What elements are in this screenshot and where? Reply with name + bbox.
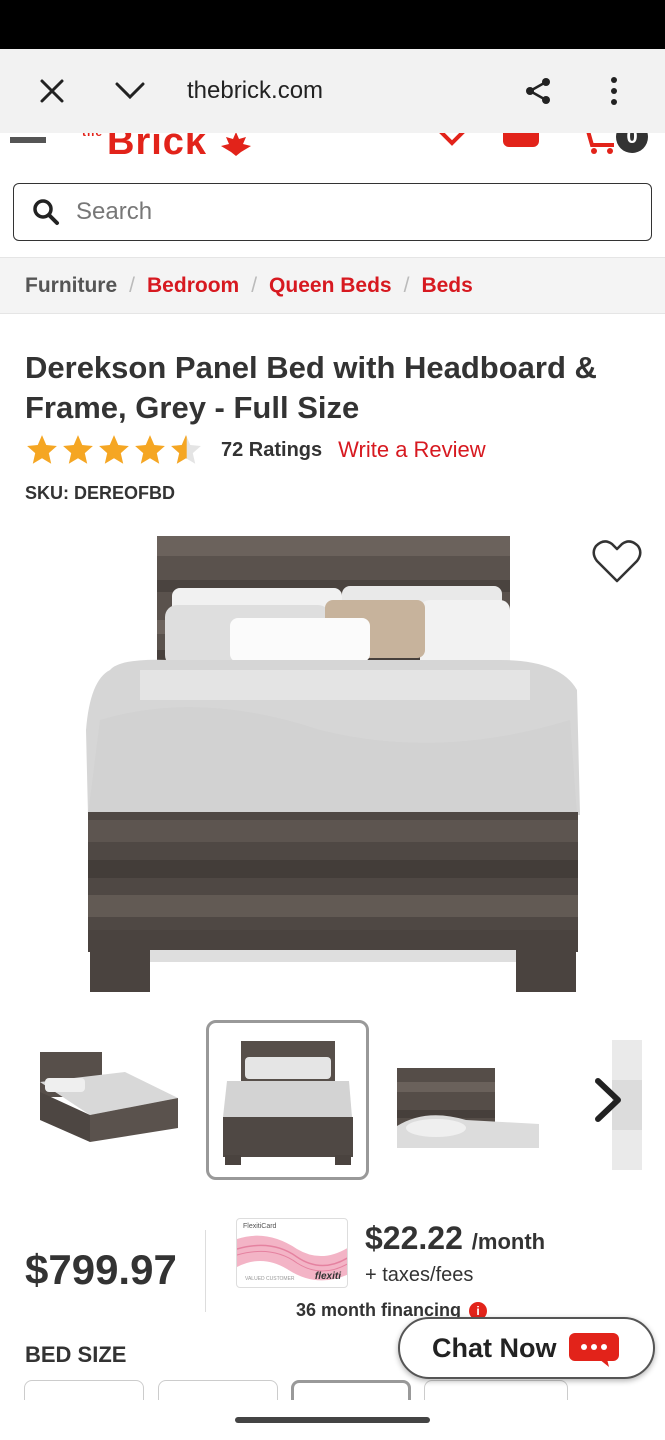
product-price: $799.97: [25, 1246, 177, 1293]
size-option-3[interactable]: [291, 1380, 411, 1402]
logo-text: Brick: [107, 133, 208, 163]
card-name: VALUED CUSTOMER: [245, 1276, 295, 1282]
status-bar: [0, 0, 665, 49]
star-icon: [135, 435, 165, 464]
home-indicator[interactable]: [235, 1417, 430, 1423]
half-star-icon: [171, 435, 201, 464]
breadcrumb-furniture[interactable]: Furniture: [25, 274, 117, 298]
breadcrumb: Furniture / Bedroom / Queen Beds / Beds: [0, 257, 665, 314]
cart-count: 0: [626, 133, 638, 148]
breadcrumb-separator: /: [403, 273, 410, 297]
share-icon[interactable]: [518, 71, 558, 111]
chat-now-label: Chat Now: [432, 1332, 557, 1363]
breadcrumb-separator: /: [129, 273, 136, 297]
star-rating[interactable]: [25, 433, 203, 467]
heart-icon[interactable]: [436, 133, 468, 149]
thumbnail-carousel: [0, 1020, 665, 1182]
ratings-count[interactable]: 72 Ratings: [221, 439, 322, 462]
thumbnail-2[interactable]: [206, 1020, 369, 1180]
star-icon: [99, 435, 129, 464]
sku-text: SKU: DEREOFBD: [25, 483, 176, 503]
bed-size-options: [24, 1380, 584, 1402]
star-icon: [27, 435, 57, 464]
more-vert-icon[interactable]: [594, 71, 634, 111]
taxes-fees-text: + taxes/fees: [365, 1264, 474, 1286]
monthly-payment: $22.22 /month: [365, 1220, 545, 1257]
chevron-down-icon[interactable]: [110, 71, 150, 111]
close-icon[interactable]: [32, 71, 72, 111]
product-main-image[interactable]: [80, 530, 585, 1000]
site-header: the Brick 0: [0, 133, 665, 163]
write-review-link[interactable]: Write a Review: [338, 437, 486, 463]
price-divider: [205, 1230, 206, 1312]
breadcrumb-separator: /: [251, 273, 258, 297]
rating-row: 72 Ratings Write a Review: [25, 432, 486, 468]
breadcrumb-bedroom[interactable]: Bedroom: [147, 274, 239, 298]
chat-bubble-icon: [569, 1333, 619, 1367]
search-icon[interactable]: [32, 198, 60, 226]
breadcrumb-queen-beds[interactable]: Queen Beds: [269, 274, 392, 298]
breadcrumb-beds[interactable]: Beds: [421, 274, 472, 298]
flexiti-card-image[interactable]: FlexitiCard VALUED CUSTOMER flexiti: [236, 1218, 348, 1288]
size-option-1[interactable]: [24, 1380, 144, 1402]
card-brand: flexiti: [314, 1271, 341, 1282]
account-icon[interactable]: [503, 133, 539, 147]
thumbnail-3[interactable]: [396, 1020, 541, 1180]
brand-logo[interactable]: the Brick: [82, 133, 253, 163]
per-month-label: /month: [471, 1229, 546, 1254]
search-bar[interactable]: [13, 183, 652, 241]
browser-toolbar: thebrick.com: [0, 49, 665, 133]
card-label: FlexitiCard: [243, 1223, 277, 1230]
hamburger-menu-icon[interactable]: [10, 137, 46, 143]
chat-now-button[interactable]: Chat Now: [398, 1317, 655, 1379]
thumbnail-1[interactable]: [30, 1020, 180, 1180]
star-icon: [63, 435, 93, 464]
bed-size-label: BED SIZE: [25, 1342, 127, 1367]
chevron-right-icon[interactable]: [588, 1075, 628, 1125]
monthly-amount: $22.22: [365, 1220, 463, 1256]
wishlist-heart-icon[interactable]: [590, 535, 644, 589]
product-title: Derekson Panel Bed with Headboard & Fram…: [25, 350, 597, 425]
size-option-2[interactable]: [158, 1380, 278, 1402]
logo-small-text: the: [82, 133, 103, 139]
search-input[interactable]: [76, 198, 616, 226]
size-option-4[interactable]: [424, 1380, 568, 1402]
url-text[interactable]: thebrick.com: [187, 77, 323, 105]
